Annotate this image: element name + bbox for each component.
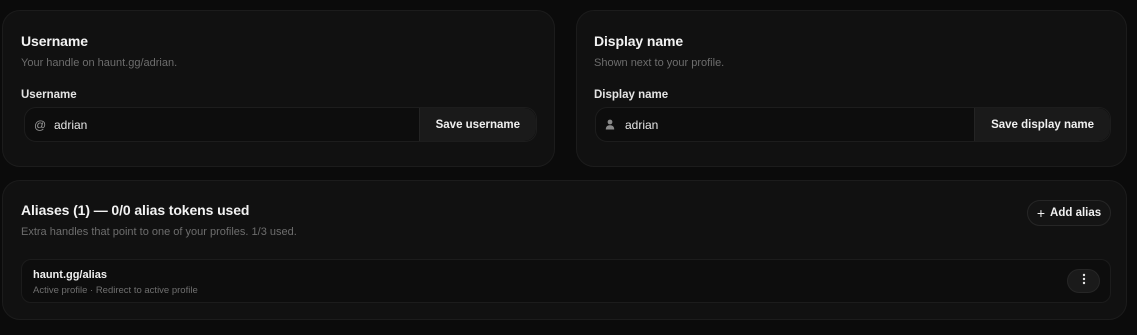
- username-input-wrap: @: [25, 108, 419, 141]
- settings-page: Username Your handle on haunt.gg/adrian.…: [0, 0, 1137, 335]
- alias-menu-button[interactable]: [1067, 269, 1100, 293]
- add-alias-button[interactable]: + Add alias: [1027, 200, 1111, 226]
- at-sign-icon: @: [34, 117, 47, 132]
- display-name-card: Display name Shown next to your profile.…: [576, 10, 1127, 167]
- username-card-description: Your handle on haunt.gg/adrian.: [21, 57, 178, 69]
- username-card-title: Username: [21, 33, 88, 49]
- save-display-name-button[interactable]: Save display name: [974, 108, 1110, 141]
- display-name-input[interactable]: [623, 108, 975, 141]
- username-input[interactable]: [52, 108, 419, 141]
- username-card: Username Your handle on haunt.gg/adrian.…: [2, 10, 555, 167]
- user-icon: [605, 119, 623, 130]
- display-name-input-group: Save display name: [595, 107, 1111, 142]
- aliases-card-description: Extra handles that point to one of your …: [21, 226, 297, 238]
- display-name-input-wrap: [596, 108, 975, 141]
- display-name-field-label: Display name: [594, 89, 669, 101]
- display-name-card-description: Shown next to your profile.: [594, 57, 725, 69]
- display-name-card-title: Display name: [594, 33, 684, 49]
- plus-icon: +: [1036, 205, 1046, 221]
- username-field-label: Username: [21, 89, 77, 101]
- username-input-group: @ Save username: [24, 107, 537, 142]
- aliases-card-title: Aliases (1) — 0/0 alias tokens used: [21, 202, 250, 218]
- alias-name: haunt.gg/alias: [33, 269, 107, 281]
- alias-subtitle: Active profile · Redirect to active prof…: [33, 285, 198, 296]
- alias-list-item: haunt.gg/alias Active profile · Redirect…: [21, 259, 1111, 303]
- kebab-menu-icon: [1082, 272, 1086, 290]
- add-alias-label: Add alias: [1050, 207, 1102, 219]
- save-username-button[interactable]: Save username: [418, 108, 536, 141]
- aliases-card: Aliases (1) — 0/0 alias tokens used Extr…: [2, 180, 1127, 320]
